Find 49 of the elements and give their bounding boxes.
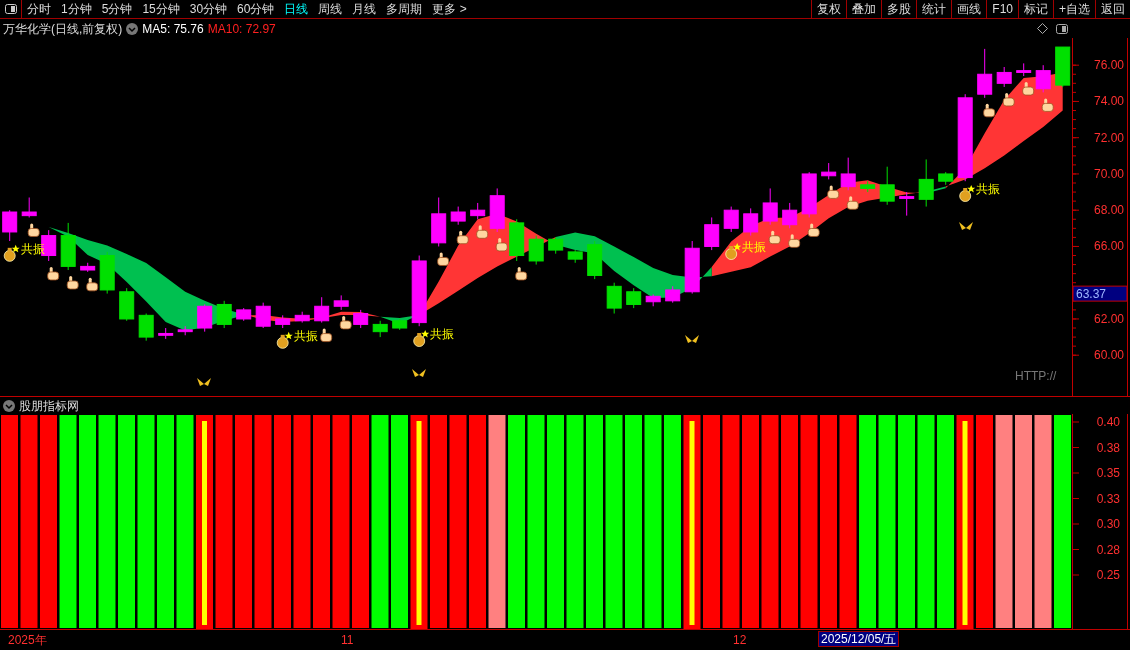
axis-label: 62.00 — [1093, 311, 1124, 326]
axis-label: 68.00 — [1093, 203, 1124, 218]
current-price-label: 63.37 — [1076, 287, 1107, 302]
axis-label: 74.00 — [1093, 94, 1124, 109]
date-label: 11 — [341, 632, 354, 649]
chart-note: HTTP:// — [1015, 369, 1057, 383]
axis-label: 0.25 — [1096, 568, 1120, 582]
period-tab[interactable]: 周线 — [313, 0, 348, 18]
date-cursor-label: 2025/12/05/五 — [818, 631, 900, 647]
ma-value: MA10: 72.97 — [207, 20, 276, 38]
axis-label: 0.28 — [1096, 542, 1120, 557]
axis-label: 0.38 — [1096, 440, 1120, 455]
toolbar-button[interactable]: +自选 — [1053, 0, 1095, 18]
toolbar-button[interactable]: 多股 — [881, 0, 917, 18]
period-tab[interactable]: 15分钟 — [137, 0, 185, 18]
period-tab[interactable]: 更多 > — [427, 0, 472, 18]
toolbar-button[interactable]: 复权 — [811, 0, 847, 18]
axis-label: 60.00 — [1093, 348, 1124, 363]
axis-label: 66.00 — [1093, 239, 1124, 254]
toolbar-button[interactable]: 画线 — [951, 0, 987, 18]
signal-label: 共振 — [430, 327, 455, 342]
period-tab[interactable]: 月线 — [347, 0, 382, 18]
axis-label: 0.40 — [1096, 415, 1120, 429]
date-label: 12 — [733, 632, 747, 649]
toolbar-button[interactable]: 标记 — [1018, 0, 1053, 18]
signal-label: 共振 — [293, 328, 318, 343]
axis-label: 76.00 — [1093, 58, 1124, 73]
toolbar-button[interactable]: 统计 — [916, 0, 952, 18]
axis-label: 72.00 — [1093, 130, 1124, 145]
period-tab[interactable]: 1分钟 — [56, 0, 97, 18]
axis-label: 0.33 — [1096, 491, 1120, 506]
axis-label: 0.30 — [1096, 517, 1120, 531]
toolbar-button[interactable]: 叠加 — [846, 0, 882, 18]
period-tab[interactable]: 60分钟 — [232, 0, 280, 18]
period-tab[interactable]: 分时 — [22, 0, 56, 18]
axis-label: 70.00 — [1093, 166, 1124, 181]
toolbar-button[interactable]: F10 — [986, 0, 1018, 18]
toolbar-button[interactable]: 返回 — [1095, 0, 1130, 18]
period-tab[interactable]: 日线 — [279, 0, 314, 18]
signal-label: 共振 — [976, 182, 1001, 196]
period-tab[interactable]: 多周期 — [381, 0, 428, 18]
signal-label: 共振 — [742, 240, 767, 254]
axis-label: 0.35 — [1096, 466, 1120, 480]
indicator-title: 股朋指标网 — [19, 397, 79, 415]
ma-value: MA5: 75.76 — [142, 20, 204, 38]
date-label: 2025年 — [8, 632, 47, 649]
period-tab[interactable]: 30分钟 — [184, 0, 233, 18]
period-tab[interactable]: 5分钟 — [96, 0, 138, 18]
stock-title: 万华化学(日线,前复权) — [3, 20, 123, 38]
